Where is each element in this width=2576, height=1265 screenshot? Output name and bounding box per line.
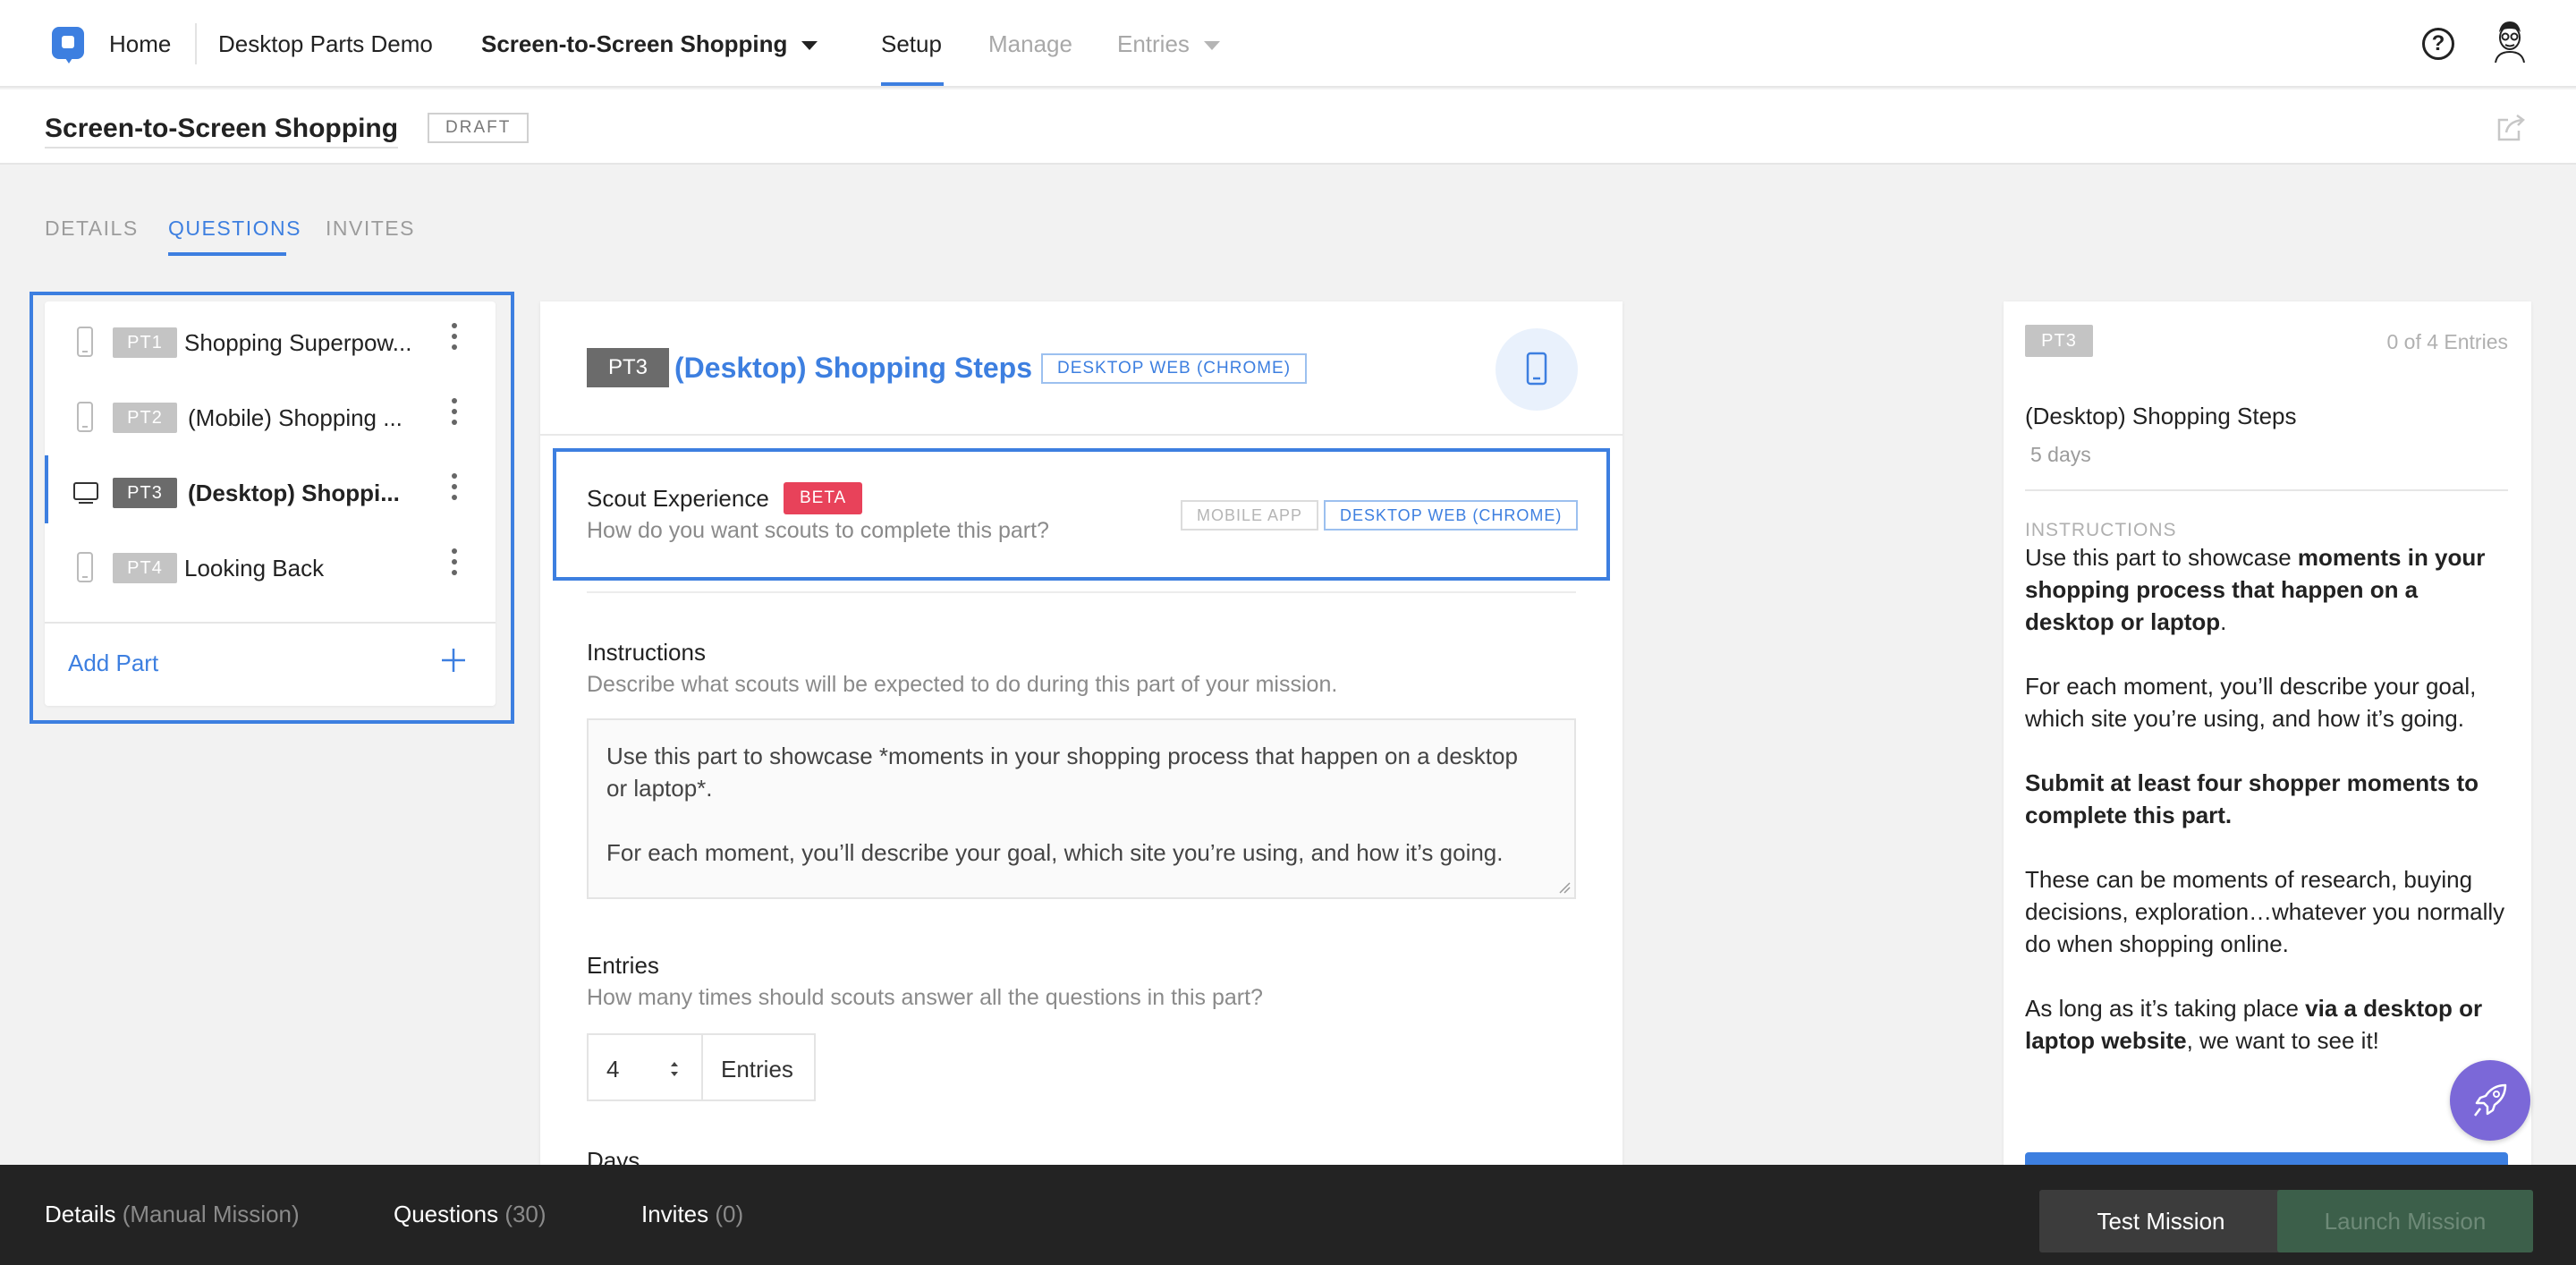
scout-experience-title: Scout Experience [587,485,769,512]
chevron-down-icon [1203,41,1220,51]
tab-questions[interactable]: QUESTIONS [168,215,301,242]
part-label: Shopping Superpow... [184,329,412,356]
mobile-device-icon [77,327,93,357]
part-label: Looking Back [184,555,325,582]
mobile-device-icon [77,402,93,432]
part-badge: PT3 [2025,325,2093,357]
nav-project-link[interactable]: Desktop Parts Demo [218,29,433,59]
scout-experience-subtitle: How do you want scouts to complete this … [587,518,1049,543]
desktop-web-option[interactable]: DESKTOP WEB (CHROME) [1324,500,1579,531]
list-item[interactable]: PT2 (Mobile) Shopping ... [45,377,496,452]
bottom-invites-link[interactable]: Invites (0) [641,1199,743,1229]
instructions-line: Use this part to showcase *moments in yo… [606,743,1518,769]
entries-subtitle: How many times should scouts answer all … [587,985,1263,1010]
part-badge: PT3 [587,348,669,387]
rocket-icon [2474,1083,2507,1116]
part-badge: PT1 [113,327,177,358]
instructions-subtitle: Describe what scouts will be expected to… [587,672,1338,697]
user-avatar[interactable] [2492,20,2528,63]
instructions-title: Instructions [587,639,706,666]
nav-setup-tab[interactable]: Setup [881,29,942,59]
entries-unit-label: Entries [721,1056,793,1082]
launch-mission-button[interactable]: Launch Mission [2277,1190,2533,1252]
mission-dropdown-label: Screen-to-Screen Shopping [481,30,788,57]
bottom-questions-link[interactable]: Questions (30) [394,1199,547,1229]
part-list: PT1 Shopping Superpow... PT2 (Mobile) Sh… [45,301,496,706]
resize-handle-icon[interactable] [1558,881,1571,894]
more-options-icon[interactable] [449,473,460,509]
preview-instructions: Use this part to showcase moments in you… [2025,544,2505,1054]
test-mission-button[interactable]: Test Mission [2039,1190,2283,1252]
list-item[interactable]: PT4 Looking Back [45,527,496,602]
mission-dropdown[interactable]: Screen-to-Screen Shopping [481,29,818,59]
mobile-device-icon [1526,352,1547,386]
nav-entries-dropdown[interactable]: Entries [1117,29,1220,59]
part-badge: PT2 [113,403,177,433]
tab-invites[interactable]: INVITES [326,215,415,242]
mobile-app-option[interactable]: MOBILE APP [1181,500,1319,531]
top-navigation: Home Desktop Parts Demo Screen-to-Screen… [0,0,2576,88]
nav-entries-label: Entries [1117,30,1190,57]
part-label: (Desktop) Shoppi... [188,480,400,506]
status-badge: DRAFT [428,113,530,143]
help-icon[interactable]: ? [2422,28,2454,60]
part-title[interactable]: (Desktop) Shopping Steps [674,350,1032,386]
device-toggle-button[interactable] [1496,328,1578,411]
mission-title-bar: Screen-to-Screen Shopping DRAFT [0,89,2576,165]
part-badge: PT4 [113,553,177,583]
editor-header-divider [540,434,1623,436]
instructions-label: INSTRUCTIONS [2025,520,2177,540]
more-options-icon[interactable] [449,398,460,434]
mobile-device-icon [77,552,93,582]
list-item[interactable]: PT1 Shopping Superpow... [45,301,496,377]
app-logo-icon[interactable] [52,27,84,64]
entries-count: 0 of 4 Entries [2386,330,2508,353]
part-list-divider [45,622,496,624]
nav-home-link[interactable]: Home [109,29,171,59]
setup-tab-indicator [881,82,944,86]
page-title[interactable]: Screen-to-Screen Shopping [45,113,399,149]
entries-stepper[interactable]: 4 Entries [587,1033,816,1101]
bottom-action-bar: Details (Manual Mission) Questions (30) … [0,1165,2576,1265]
bottom-details-link[interactable]: Details (Manual Mission) [45,1199,300,1229]
part-label: (Mobile) Shopping ... [188,404,402,431]
preview-days: 5 days [2030,443,2091,466]
stepper-arrows-icon[interactable] [664,1055,685,1083]
instructions-line: For each moment, you’ll describe your go… [606,839,1504,866]
entries-title: Entries [587,952,659,979]
entries-value[interactable]: 4 [606,1055,619,1083]
share-icon[interactable] [2496,113,2528,143]
questions-tab-indicator [168,252,286,256]
part-editor: PT3 (Desktop) Shopping Steps DESKTOP WEB… [540,301,1623,1265]
part-preview: PT3 0 of 4 Entries (Desktop) Shopping St… [2004,301,2531,1265]
rocket-launcher-button[interactable] [2450,1060,2530,1141]
instructions-textarea[interactable]: Use this part to showcase *moments in yo… [587,718,1576,899]
list-item-active[interactable]: PT3 (Desktop) Shoppi... [45,452,496,527]
tab-details[interactable]: DETAILS [45,215,139,242]
nav-manage-tab[interactable]: Manage [988,29,1072,59]
preview-title: (Desktop) Shopping Steps [2025,403,2297,429]
part-badge: PT3 [113,478,177,508]
platform-chip: DESKTOP WEB (CHROME) [1041,353,1308,384]
more-options-icon[interactable] [449,323,460,359]
section-divider [587,591,1576,593]
nav-separator [195,23,197,64]
desktop-device-icon [73,482,98,504]
beta-badge: BETA [784,482,863,514]
instructions-line: or laptop*. [606,775,713,802]
more-options-icon[interactable] [449,548,460,584]
add-part-button[interactable]: Add Part [68,649,158,677]
chevron-down-icon [801,41,818,51]
preview-divider [2025,489,2508,491]
stepper-divider [701,1035,703,1099]
plus-icon[interactable] [438,645,469,675]
